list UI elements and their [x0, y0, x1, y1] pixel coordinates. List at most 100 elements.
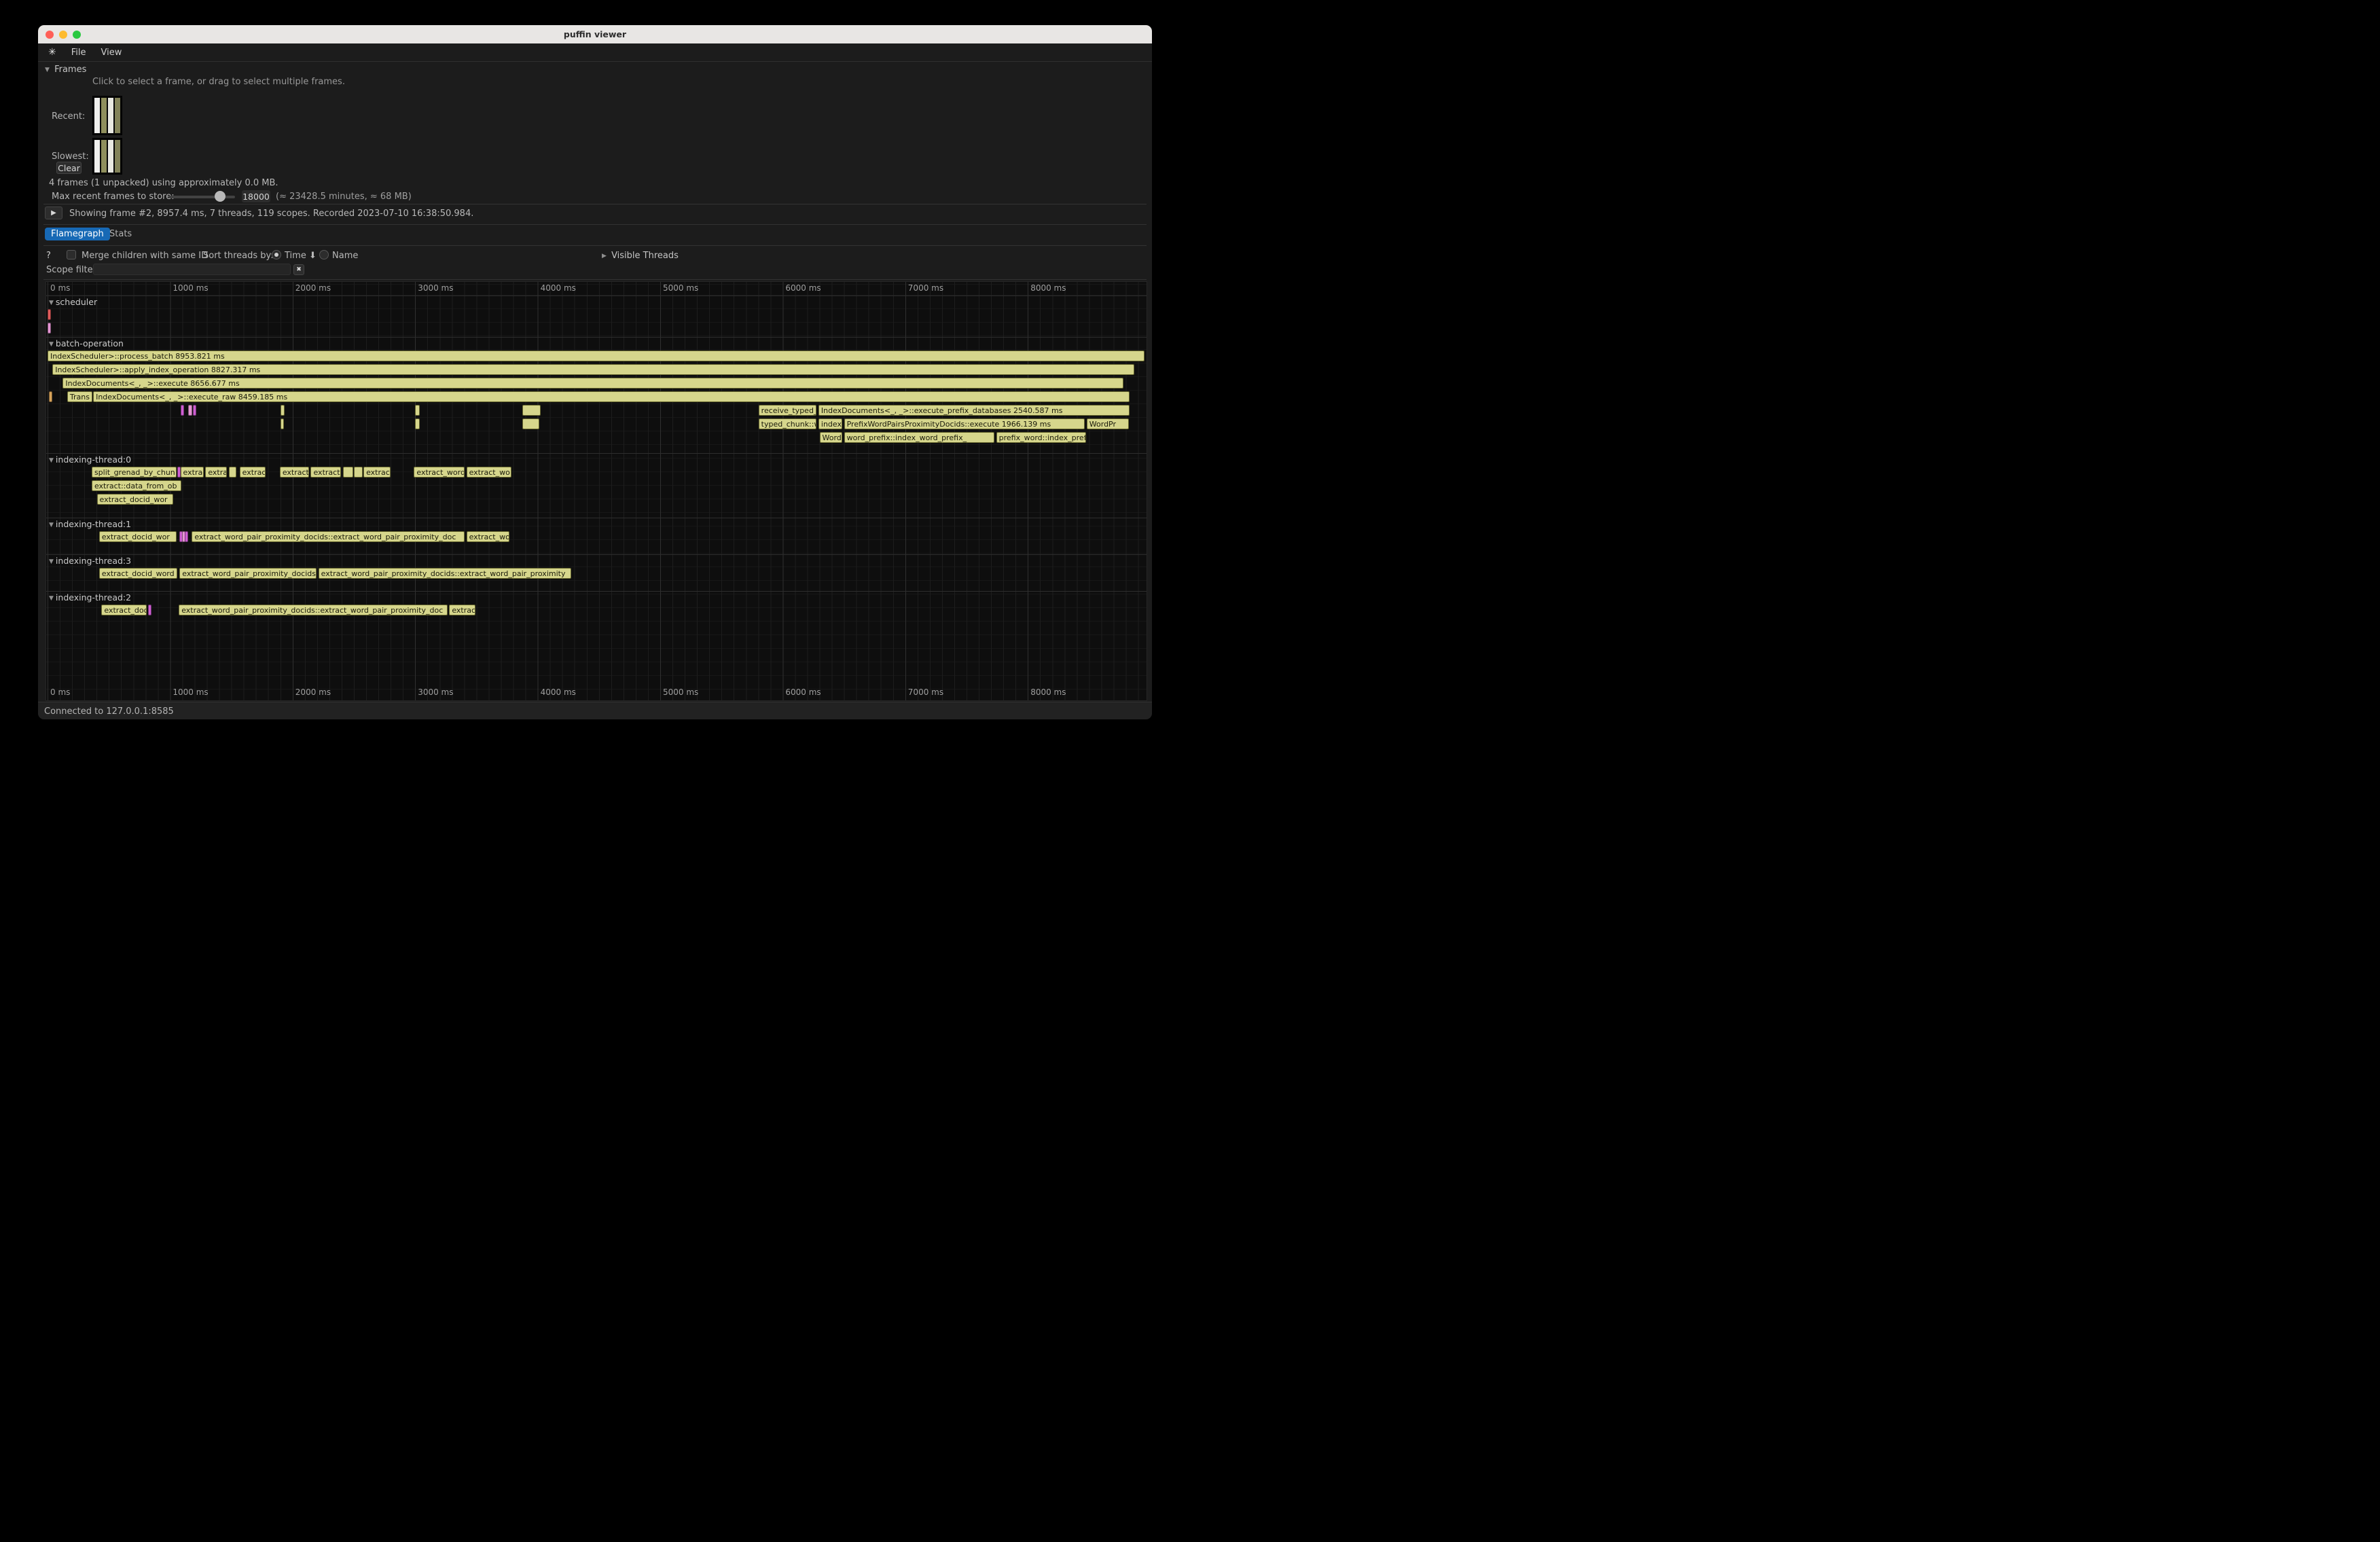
flame-bar[interactable]: typed_chunk::w: [759, 418, 816, 429]
frame-thumbnail[interactable]: [94, 98, 100, 133]
flame-bar[interactable]: extrac: [240, 467, 266, 478]
frame-thumbnail[interactable]: [108, 98, 113, 133]
flame-bar[interactable]: [522, 418, 539, 429]
flame-bar[interactable]: extract_word: [414, 467, 465, 478]
flame-bar[interactable]: extract_wo: [467, 467, 512, 478]
ruler-label: 5000 ms: [663, 687, 698, 697]
flame-bar[interactable]: extract_: [310, 467, 340, 478]
flame-bar[interactable]: IndexScheduler>::apply_index_operation 8…: [52, 364, 1134, 375]
maximize-button[interactable]: [73, 31, 81, 39]
flame-bar[interactable]: extra: [205, 467, 227, 478]
thread-header-indexing-thread:2[interactable]: ▼indexing-thread:2: [46, 592, 1147, 604]
flame-bar[interactable]: split_grenad_by_chun: [92, 467, 177, 478]
flame-bar[interactable]: [522, 405, 541, 416]
flame-bar[interactable]: extract: [181, 467, 204, 478]
flame-bar[interactable]: IndexDocuments<_, _>::execute_prefix_dat…: [818, 405, 1130, 416]
flame-bar[interactable]: [415, 418, 419, 429]
flame-bar[interactable]: IndexDocuments<_, _>::execute_raw 8459.1…: [93, 391, 1130, 402]
flame-bar[interactable]: Trans: [67, 391, 92, 402]
flame-bar[interactable]: extract_word_pair_proximity_docids::extr…: [192, 531, 465, 542]
clear-button[interactable]: Clear: [56, 162, 82, 174]
max-frames-slider-knob[interactable]: [215, 191, 226, 202]
play-button[interactable]: ▶: [45, 207, 62, 219]
frame-thumbnail[interactable]: [108, 140, 113, 173]
visible-threads-header[interactable]: ▶ Visible Threads: [602, 251, 679, 261]
flame-bar[interactable]: [48, 309, 51, 320]
clear-filter-button[interactable]: ✖: [293, 264, 304, 275]
frame-thumbnail[interactable]: [94, 140, 100, 173]
flame-row: IndexDocuments<_, _>::execute 8656.677 m…: [46, 377, 1147, 391]
flamegraph-canvas[interactable]: 0 ms1000 ms2000 ms3000 ms4000 ms5000 ms6…: [46, 281, 1147, 701]
thread-header-indexing-thread:3[interactable]: ▼indexing-thread:3: [46, 555, 1147, 567]
flame-bar[interactable]: extract_docid_wor: [97, 494, 174, 505]
frame-thumbnail[interactable]: [115, 98, 120, 133]
flame-row: typed_chunk::windexPrefixWordPairsProxim…: [46, 418, 1147, 431]
flame-bar[interactable]: [148, 605, 151, 615]
time-ruler-top: 0 ms1000 ms2000 ms3000 ms4000 ms5000 ms6…: [46, 283, 1147, 294]
sort-by-name-radio[interactable]: [319, 250, 329, 259]
flame-bar[interactable]: index: [818, 418, 842, 429]
flame-bar[interactable]: word_prefix::index_word_prefix_: [844, 432, 995, 443]
flame-bar[interactable]: IndexScheduler>::process_batch 8953.821 …: [48, 351, 1144, 361]
flame-bar[interactable]: extract_wo: [467, 531, 510, 542]
flame-bar[interactable]: [193, 405, 196, 416]
flame-bar[interactable]: extract_word_pair_proximity_docids::extr…: [179, 605, 447, 615]
flame-bar[interactable]: extract_word_pair_proximity_docids::extr…: [319, 568, 571, 579]
thread-header-indexing-thread:1[interactable]: ▼indexing-thread:1: [46, 518, 1147, 531]
sort-by-time-label[interactable]: Time ⬇: [285, 251, 317, 261]
flame-bar[interactable]: extract: [363, 467, 391, 478]
thread-header-indexing-thread:0[interactable]: ▼indexing-thread:0: [46, 454, 1147, 466]
tab-flamegraph[interactable]: Flamegraph: [45, 228, 110, 240]
scope-filter-input[interactable]: [93, 264, 291, 275]
frame-thumbnail[interactable]: [101, 140, 107, 173]
flame-bar[interactable]: extract_doc: [101, 605, 147, 615]
flame-bar[interactable]: prefix_word::index_prefix_wo: [996, 432, 1087, 443]
sort-by-name-label[interactable]: Name: [332, 251, 358, 261]
ruler-label: 5000 ms: [663, 283, 698, 293]
frame-thumbnail[interactable]: [115, 140, 120, 173]
minimize-button[interactable]: [59, 31, 67, 39]
close-button[interactable]: [46, 31, 54, 39]
flame-bar[interactable]: [49, 391, 52, 402]
flame-bar[interactable]: extract_word_pair_proximity_docids: [179, 568, 317, 579]
flame-bar[interactable]: extract_: [280, 467, 309, 478]
recent-frames-thumbnails[interactable]: [92, 96, 122, 135]
flame-bar[interactable]: receive_typed_: [759, 405, 816, 416]
ruler-label: 1000 ms: [173, 687, 208, 697]
menu-file[interactable]: File: [71, 48, 86, 58]
flame-bar[interactable]: [48, 323, 51, 334]
flame-bar[interactable]: [185, 531, 188, 542]
thread-header-batch-operation[interactable]: ▼batch-operation: [46, 338, 1147, 350]
help-button[interactable]: ?: [46, 251, 51, 261]
flame-bar[interactable]: [188, 405, 192, 416]
frame-thumbnail[interactable]: [101, 98, 107, 133]
flame-bar[interactable]: [343, 467, 353, 478]
flame-bar[interactable]: [229, 467, 236, 478]
slowest-frames-thumbnails[interactable]: [92, 138, 122, 175]
titlebar[interactable]: puffin viewer: [38, 25, 1152, 43]
frames-section-header[interactable]: ▼ Frames: [45, 65, 86, 75]
flame-bar[interactable]: [354, 467, 363, 478]
flame-bar[interactable]: [181, 405, 184, 416]
flame-bar[interactable]: extract::data_from_ob: [92, 480, 181, 491]
flame-bar[interactable]: [281, 418, 284, 429]
sort-by-time-radio[interactable]: [272, 250, 281, 259]
thread-name: indexing-thread:3: [56, 556, 131, 566]
flame-bar[interactable]: IndexDocuments<_, _>::execute 8656.677 m…: [62, 378, 1123, 389]
flame-bar[interactable]: [415, 405, 420, 416]
flame-bar[interactable]: [281, 405, 285, 416]
flame-bar[interactable]: Word: [820, 432, 842, 443]
chevron-down-icon: ▼: [49, 454, 54, 467]
thread-name: batch-operation: [56, 338, 124, 348]
flame-bar[interactable]: WordPr: [1087, 418, 1129, 429]
merge-children-checkbox[interactable]: [67, 250, 76, 259]
tab-stats[interactable]: Stats: [103, 228, 138, 240]
flame-bar[interactable]: extract_docid_wor: [99, 531, 177, 542]
max-frames-value[interactable]: 18000: [242, 190, 270, 202]
thread-section: ▼indexing-thread:3extract_docid_wordextr…: [46, 554, 1147, 581]
menu-view[interactable]: View: [101, 48, 122, 58]
flame-bar[interactable]: extract_docid_word: [99, 568, 177, 579]
thread-header-scheduler[interactable]: ▼scheduler: [46, 296, 1147, 308]
flame-bar[interactable]: PrefixWordPairsProximityDocids::execute …: [844, 418, 1085, 429]
flame-bar[interactable]: extrac: [449, 605, 475, 615]
